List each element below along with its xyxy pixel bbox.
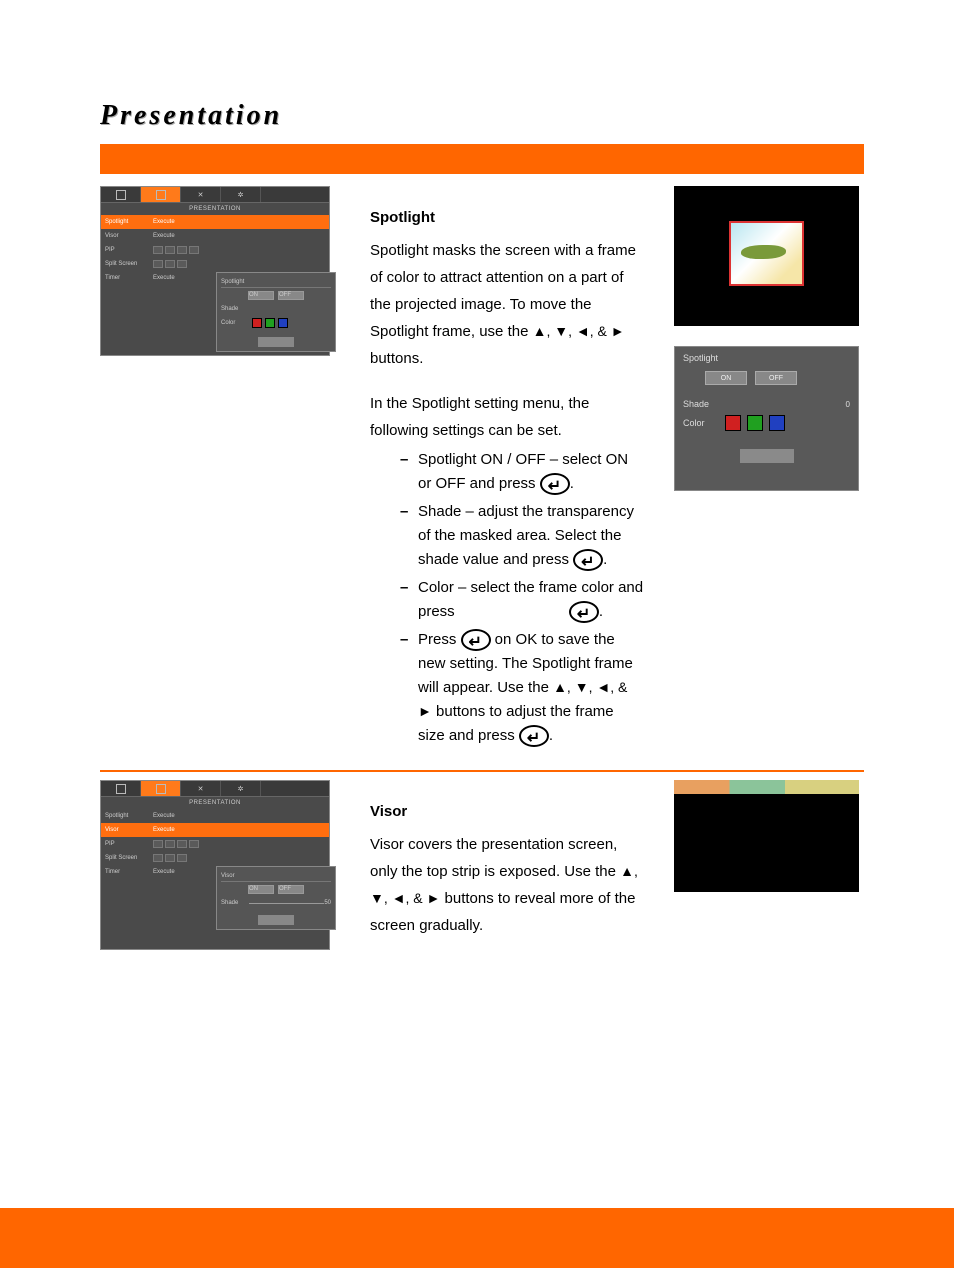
osd-menu-screenshot-visor: ✕ ✲ PRESENTATION SpotlightExecute VisorE…	[100, 780, 330, 950]
spotlight-paragraph-1: Spotlight masks the screen with a frame …	[370, 237, 644, 372]
color-swatch-green[interactable]	[747, 415, 763, 431]
color-swatch-blue[interactable]	[769, 415, 785, 431]
enter-icon	[540, 473, 570, 495]
arrow-buttons-icon: ▲, ▼, ◄, & ►	[533, 323, 625, 339]
page-footer-bar	[0, 1208, 954, 1268]
menu-tab-4: ✲	[221, 187, 261, 202]
menu-header: PRESENTATION	[101, 203, 329, 215]
color-swatch-red[interactable]	[725, 415, 741, 431]
visor-preview-image	[674, 780, 859, 892]
section-header-bar	[100, 144, 864, 174]
osd-menu-screenshot-spotlight: ✕ ✲ PRESENTATION SpotlightExecute VisorE…	[100, 186, 330, 356]
bullet-color: Color – select the frame color and press…	[418, 576, 644, 624]
bullet-ok: Press on OK to save the new setting. The…	[418, 628, 644, 748]
menu-tab-3: ✕	[181, 187, 221, 202]
bullet-spotlight-onoff: Spotlight ON / OFF – select ON or OFF an…	[418, 448, 644, 496]
enter-icon	[569, 601, 599, 623]
ok-button[interactable]	[740, 449, 794, 463]
spotlight-heading: Spotlight	[370, 204, 644, 231]
spotlight-settings-panel: Spotlight ON OFF Shade0 Color	[674, 346, 859, 491]
menu-tab-presentation	[141, 187, 181, 202]
spotlight-paragraph-2: In the Spotlight setting menu, the follo…	[370, 390, 644, 444]
menu-tab-1	[101, 187, 141, 202]
enter-icon	[519, 725, 549, 747]
enter-icon	[461, 629, 491, 651]
page-title: Presentation	[100, 100, 864, 132]
enter-icon	[573, 549, 603, 571]
spotlight-submenu-popup: Spotlight ON OFF Shade Color	[216, 272, 336, 352]
spotlight-on-toggle[interactable]: ON	[705, 371, 747, 385]
visor-heading: Visor	[370, 798, 644, 825]
spotlight-off-toggle[interactable]: OFF	[755, 371, 797, 385]
visor-submenu-popup: Visor ON OFF Shade50	[216, 866, 336, 930]
visor-paragraph-1: Visor covers the presentation screen, on…	[370, 831, 644, 939]
spotlight-preview-image	[674, 186, 859, 326]
bullet-shade: Shade – adjust the transparency of the m…	[418, 500, 644, 572]
